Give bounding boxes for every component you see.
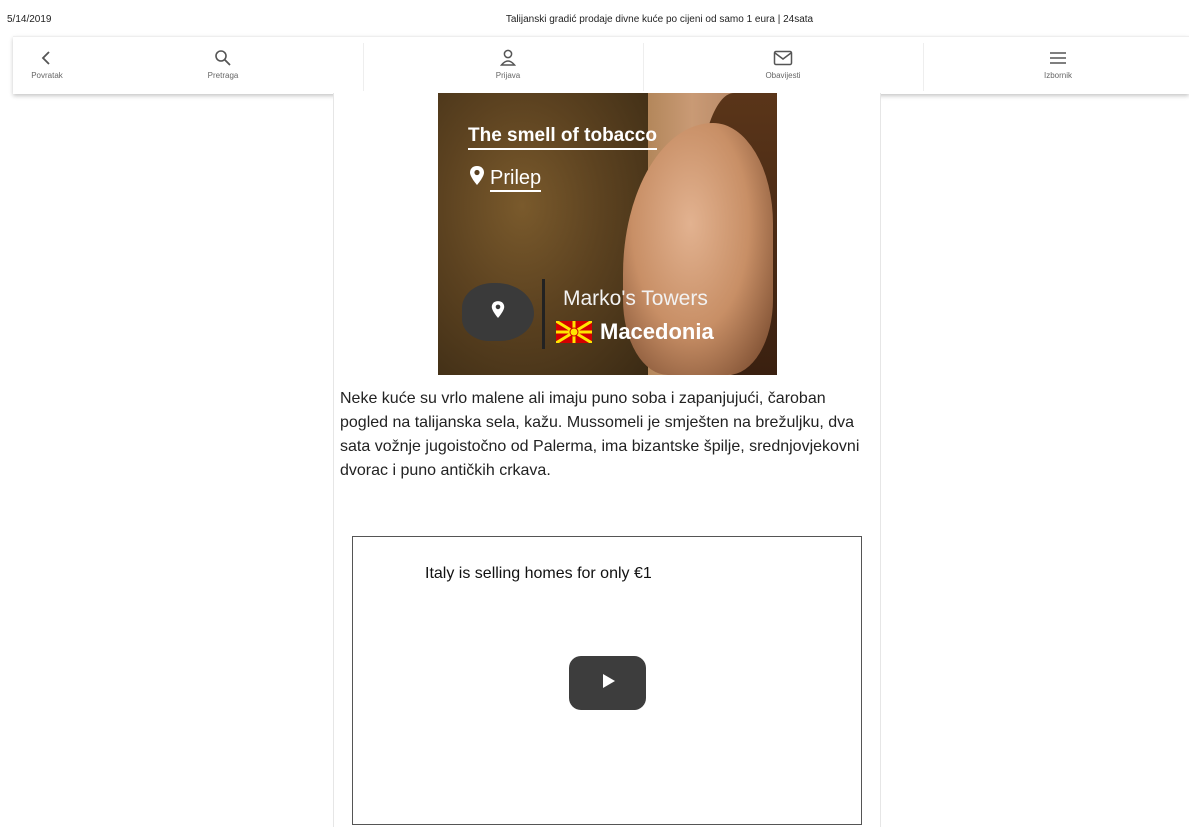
hero-divider-line <box>542 279 545 349</box>
envelope-icon <box>773 47 793 69</box>
hero-country-label: Macedonia <box>600 319 714 344</box>
macedonia-flag-icon <box>556 321 592 343</box>
hero-subtitle: Marko's Towers <box>563 287 708 310</box>
user-icon <box>499 47 517 69</box>
hero-place-label: Prilep <box>490 167 542 192</box>
video-embed[interactable]: Italy is selling homes for only €1 <box>352 536 862 825</box>
nav-menu-label: Izbornik <box>1043 71 1072 80</box>
map-pin-icon <box>468 165 486 193</box>
play-icon <box>598 671 618 696</box>
nav-divider <box>363 43 364 91</box>
nav-login-label: Prijava <box>495 71 521 80</box>
nav-notifications-label: Obavijesti <box>765 71 801 80</box>
nav-divider <box>923 43 924 91</box>
nav-search-button[interactable]: Pretraga <box>188 37 258 94</box>
video-title[interactable]: Italy is selling homes for only €1 <box>425 565 652 583</box>
nav-menu-button[interactable]: Izbornik <box>1023 37 1093 94</box>
article-paragraph: Neke kuće su vrlo malene ali imaju puno … <box>340 390 860 479</box>
hero-place: Prilep <box>468 165 542 193</box>
print-header: 5/14/2019 Talijanski gradić prodaje divn… <box>0 0 1189 34</box>
nav-login-button[interactable]: Prijava <box>473 37 543 94</box>
print-title: Talijanski gradić prodaje divne kuće po … <box>505 14 814 25</box>
nav-back-label: Povratak <box>31 71 63 80</box>
nav-search-label: Pretraga <box>207 71 239 80</box>
chevron-left-icon <box>40 47 54 69</box>
menu-icon <box>1049 47 1067 69</box>
nav-back-button[interactable]: Povratak <box>21 37 73 94</box>
top-navbar: Povratak Pretraga Prijava Obavijesti Izb… <box>13 36 1189 94</box>
video-play-button[interactable] <box>569 656 646 710</box>
hero-title: The smell of tobacco <box>468 125 657 150</box>
nav-notifications-button[interactable]: Obavijesti <box>748 37 818 94</box>
search-icon <box>214 47 232 69</box>
nav-divider <box>643 43 644 91</box>
location-badge <box>462 283 534 341</box>
article-column: The smell of tobacco Prilep Marko's Towe… <box>333 93 881 827</box>
hero-country: Macedonia <box>556 319 714 345</box>
hero-image: The smell of tobacco Prilep Marko's Towe… <box>438 93 777 375</box>
map-pin-icon <box>490 300 506 325</box>
